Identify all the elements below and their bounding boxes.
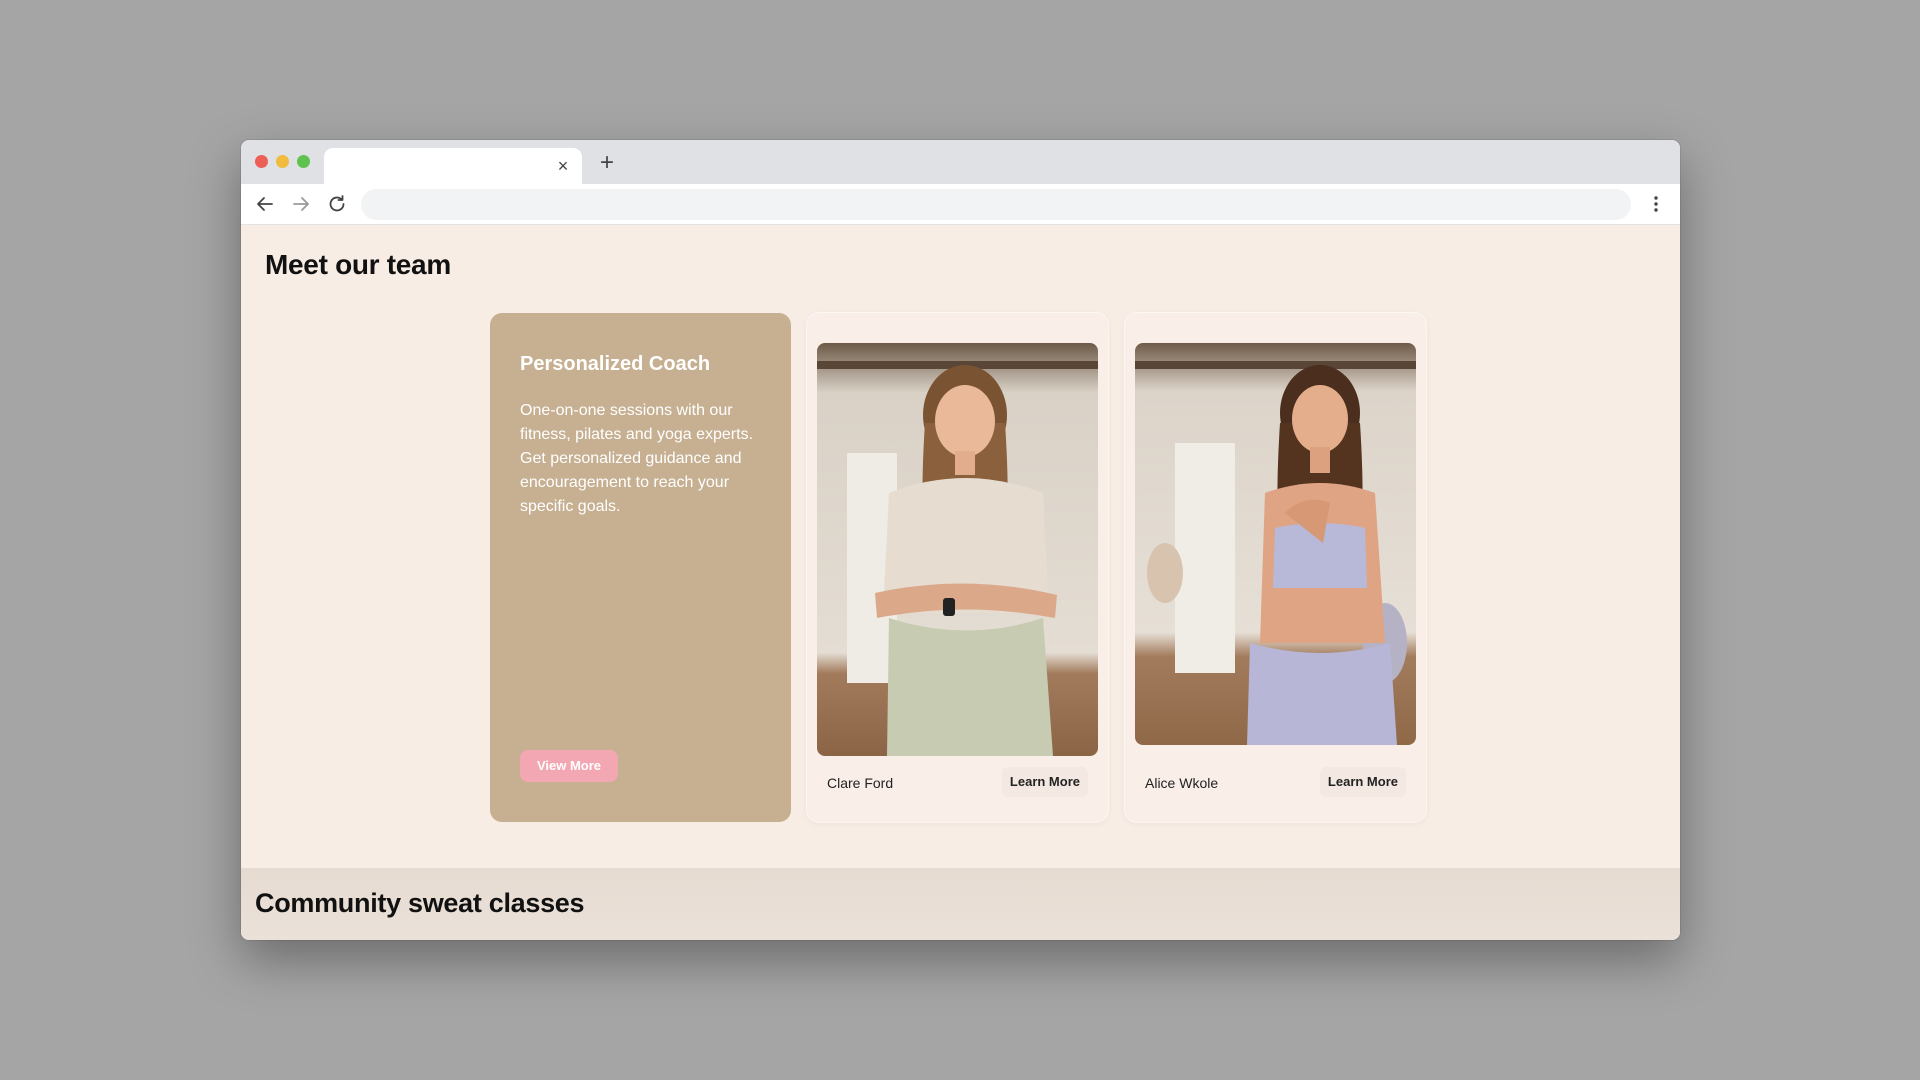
tab-bar: × + [241,140,1680,184]
team-heading: Meet our team [265,249,451,280]
back-icon[interactable] [253,192,277,216]
team-member-card[interactable]: Alice Wkole Learn More [1125,313,1426,822]
close-window-button[interactable] [255,155,268,168]
community-heading: Community sweat classes [255,888,585,918]
browser-window: × + Meet our team Personalized Coach One… [241,140,1680,940]
minimize-window-button[interactable] [276,155,289,168]
member-photo [1135,343,1416,745]
intro-card-title: Personalized Coach [520,353,711,375]
close-tab-icon[interactable]: × [553,156,573,176]
member-photo [817,343,1098,756]
learn-more-button[interactable]: Learn More [1001,767,1088,797]
reload-icon[interactable] [325,192,349,216]
personalized-coach-card: Personalized Coach One-on-one sessions w… [490,313,791,822]
member-name: Alice Wkole [1145,775,1219,791]
maximize-window-button[interactable] [297,155,310,168]
team-member-card[interactable]: Clare Ford Learn More [807,313,1108,822]
member-name: Clare Ford [827,775,894,791]
learn-more-button[interactable]: Learn More [1319,767,1406,797]
intro-card-description: One-on-one sessions with our fitness, pi… [520,399,768,519]
community-section: Community sweat classes [241,868,1680,940]
page-content: Meet our team Personalized Coach One-on-… [241,225,1680,940]
intro-paragraph-1: One-on-one sessions with our fitness, pi… [520,402,754,443]
intro-paragraph-2: Get personalized guidance and encouragem… [520,450,742,515]
address-bar[interactable] [361,189,1631,220]
more-menu-icon[interactable] [1644,192,1668,216]
browser-tab[interactable]: × [324,148,582,184]
browser-toolbar [241,184,1680,225]
view-more-button[interactable]: View More [520,750,618,782]
forward-icon[interactable] [289,192,313,216]
new-tab-button[interactable]: + [594,150,620,176]
